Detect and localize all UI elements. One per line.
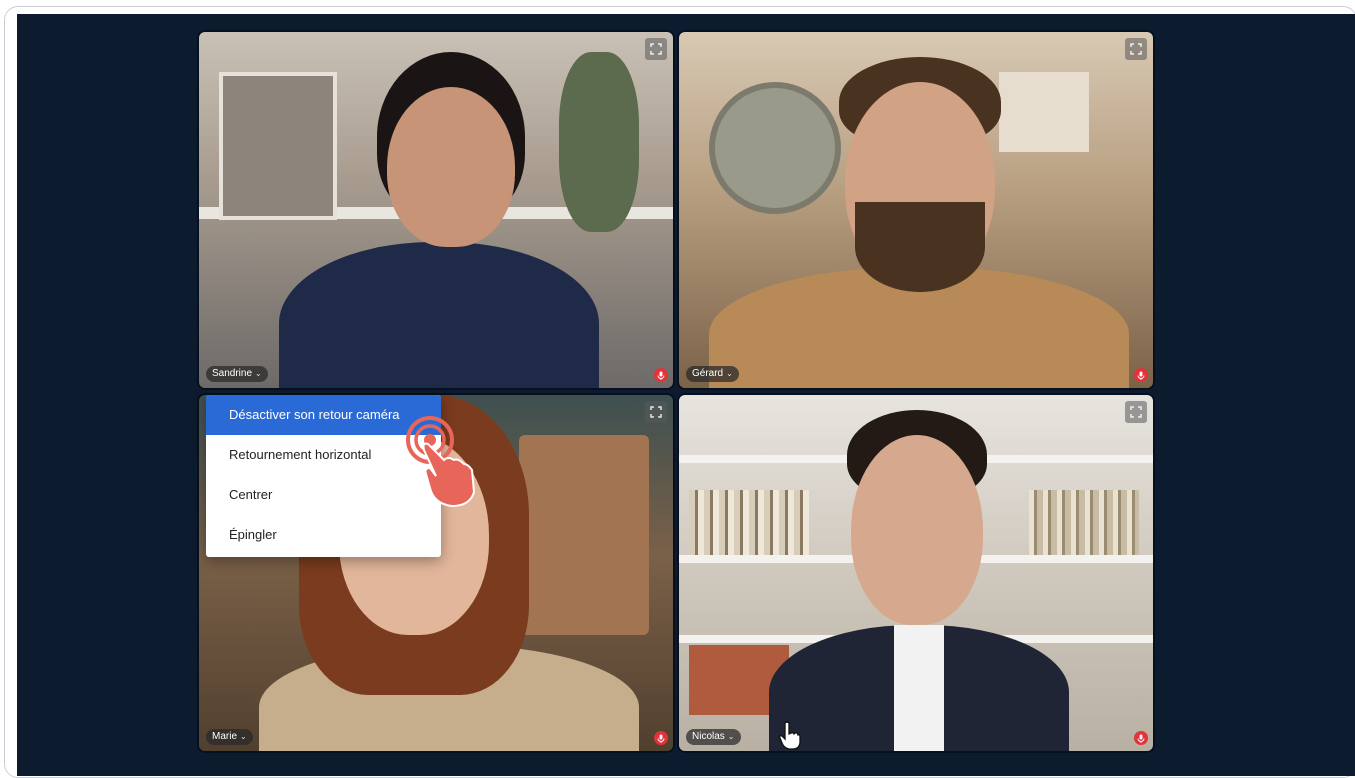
- chevron-down-icon: ⌄: [240, 732, 247, 741]
- mic-muted-badge: [1134, 731, 1148, 745]
- pointer-hand-cursor-icon: [779, 721, 801, 750]
- participant-name: Sandrine: [212, 368, 253, 379]
- participant-name: Marie: [212, 731, 238, 742]
- mic-muted-icon: [1137, 371, 1145, 380]
- expand-button[interactable]: [645, 401, 667, 423]
- mic-muted-badge: [654, 731, 668, 745]
- shirt-decor: [894, 625, 944, 751]
- expand-button[interactable]: [1125, 38, 1147, 60]
- person-face: [387, 87, 515, 247]
- wall-decor: [999, 72, 1089, 152]
- mic-muted-badge: [654, 368, 668, 382]
- mic-muted-icon: [1137, 734, 1145, 743]
- expand-fullscreen-icon: [1130, 43, 1142, 55]
- background-decor: [519, 435, 649, 635]
- video-tile-nicolas[interactable]: Nicolas ⌄: [679, 395, 1153, 751]
- wall-clock-decor: [709, 82, 841, 214]
- participant-name: Nicolas: [692, 731, 725, 742]
- menu-item-pin[interactable]: Épingler: [206, 515, 441, 555]
- person-body: [279, 242, 599, 388]
- chevron-down-icon: ⌄: [726, 369, 733, 378]
- expand-fullscreen-icon: [650, 43, 662, 55]
- person-face: [851, 435, 983, 625]
- mic-muted-icon: [657, 371, 665, 380]
- expand-fullscreen-icon: [1130, 406, 1142, 418]
- participant-name: Gérard: [692, 368, 724, 379]
- participant-name-tag[interactable]: Nicolas ⌄: [686, 729, 741, 745]
- chevron-down-icon: ⌄: [255, 369, 262, 378]
- participant-name-tag[interactable]: Gérard ⌄: [686, 366, 739, 382]
- beard-decor: [855, 202, 985, 292]
- video-tile-sandrine[interactable]: Sandrine ⌄: [199, 32, 673, 388]
- plant-decor: [559, 52, 639, 232]
- video-tile-gerard[interactable]: Gérard ⌄: [679, 32, 1153, 388]
- books-decor: [1029, 490, 1139, 555]
- books-decor: [689, 490, 809, 555]
- participant-name-tag[interactable]: Sandrine ⌄: [206, 366, 268, 382]
- tap-hand-icon: [406, 416, 476, 508]
- mic-muted-icon: [657, 734, 665, 743]
- participant-name-tag[interactable]: Marie ⌄: [206, 729, 253, 745]
- expand-button[interactable]: [645, 38, 667, 60]
- mic-muted-badge: [1134, 368, 1148, 382]
- wall-frame-decor: [219, 72, 337, 220]
- chevron-down-icon: ⌄: [727, 732, 735, 741]
- expand-button[interactable]: [1125, 401, 1147, 423]
- expand-fullscreen-icon: [650, 406, 662, 418]
